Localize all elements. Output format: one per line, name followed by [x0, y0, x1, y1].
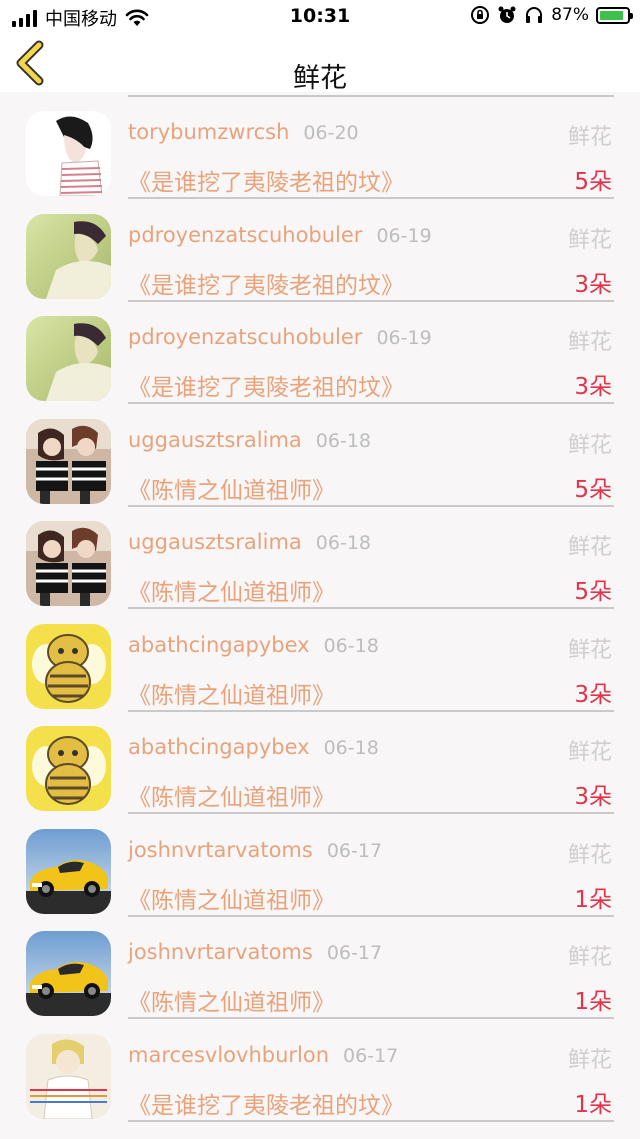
flower-count: 5朵	[574, 476, 612, 503]
user-name[interactable]: pdroyenzatscuhobuler 06-19	[128, 325, 432, 349]
row-divider	[128, 1017, 614, 1019]
gift-type-label: 鲜花	[567, 432, 612, 458]
gift-type-label: 鲜花	[567, 535, 612, 560]
gift-date: 06-18	[315, 532, 372, 554]
gift-type-label: 鲜花	[567, 740, 612, 765]
book-title[interactable]: 《陈情之仙道祖师》	[128, 983, 335, 1017]
list-item[interactable]: pdroyenzatscuhobuler 06-19 鲜花 《是谁挖了夷陵老祖的坟…	[0, 305, 640, 407]
book-title[interactable]: 《是谁挖了夷陵老祖的坟》	[128, 1086, 404, 1120]
avatar[interactable]	[26, 1033, 111, 1119]
book-title[interactable]: 《陈情之仙道祖师》	[128, 676, 335, 710]
row-divider	[128, 914, 614, 917]
flower-count: 1朵	[574, 1091, 612, 1118]
row-divider	[128, 812, 614, 814]
user-name[interactable]: torybumzwrcsh 06-20	[128, 120, 359, 144]
gift-date: 06-20	[303, 122, 359, 144]
row-divider	[128, 197, 614, 199]
avatar[interactable]	[26, 931, 111, 1016]
flower-count: 5朵	[574, 169, 612, 195]
gift-type-label: 鲜花	[567, 842, 612, 868]
flower-count: 1朵	[574, 886, 612, 913]
list-item[interactable]: abathcingapybex 06-18 鲜花 《陈情之仙道祖师》 3朵	[0, 715, 640, 817]
flower-count: 3朵	[574, 784, 612, 810]
book-title[interactable]: 《是谁挖了夷陵老祖的坟》	[128, 266, 404, 300]
avatar[interactable]	[26, 316, 111, 401]
flower-count: 5朵	[574, 579, 612, 605]
book-title[interactable]: 《是谁挖了夷陵老祖的坟》	[128, 163, 404, 197]
row-divider	[128, 402, 614, 404]
gift-date: 06-19	[376, 224, 432, 247]
gift-date: 06-19	[376, 327, 432, 349]
gift-type-label: 鲜花	[567, 637, 612, 663]
battery-percent: 87%	[551, 5, 589, 25]
user-name[interactable]: uggausztsralima 06-18	[128, 428, 371, 452]
user-name[interactable]: pdroyenzatscuhobuler 06-19	[128, 223, 432, 247]
list-item[interactable]: torybumzwrcsh 06-20 鲜花 《是谁挖了夷陵老祖的坟》 5朵	[0, 100, 640, 202]
gift-date: 06-18	[323, 634, 379, 657]
gift-type-label: 鲜花	[567, 1047, 612, 1073]
user-name[interactable]: abathcingapybex 06-18	[128, 633, 379, 657]
gift-date: 06-17	[326, 942, 383, 964]
gift-type-label: 鲜花	[567, 945, 612, 970]
page-title: 鲜花	[293, 63, 347, 94]
book-title[interactable]: 《陈情之仙道祖师》	[128, 471, 335, 505]
flower-count: 3朵	[574, 271, 612, 298]
alarm-icon	[498, 6, 516, 23]
list-item[interactable]: uggausztsralima 06-18 鲜花 《陈情之仙道祖师》 5朵	[0, 408, 640, 510]
gift-type-label: 鲜花	[567, 330, 612, 355]
avatar[interactable]	[26, 623, 111, 709]
list-item[interactable]: uggausztsralima 06-18 鲜花 《陈情之仙道祖师》 5朵	[0, 510, 640, 612]
flower-record-list[interactable]: torybumzwrcsh 06-20 鲜花 《是谁挖了夷陵老祖的坟》 5朵 pd…	[0, 92, 640, 1139]
status-right: 87%	[470, 5, 633, 25]
nav-bar: 鲜花	[0, 34, 640, 94]
row-divider	[128, 709, 614, 712]
book-title[interactable]: 《陈情之仙道祖师》	[128, 573, 335, 607]
user-name[interactable]: joshnvrtarvatoms 06-17	[128, 940, 382, 964]
flower-count: 3朵	[574, 681, 612, 708]
flower-count: 1朵	[574, 989, 612, 1015]
avatar[interactable]	[26, 418, 111, 504]
row-divider	[128, 1119, 614, 1122]
avatar[interactable]	[26, 111, 111, 196]
avatar[interactable]	[26, 828, 111, 914]
book-title[interactable]: 《陈情之仙道祖师》	[128, 881, 335, 915]
list-item[interactable]: joshnvrtarvatoms 06-17 鲜花 《陈情之仙道祖师》 1朵	[0, 818, 640, 920]
user-name[interactable]: marcesvlovhburlon 06-17	[128, 1043, 398, 1067]
row-divider	[128, 299, 614, 302]
gift-date: 06-17	[343, 1044, 399, 1067]
avatar[interactable]	[26, 726, 111, 811]
list-item[interactable]: marcesvlovhburlon 06-17 鲜花 《是谁挖了夷陵老祖的坟》 1…	[0, 1023, 640, 1125]
gift-type-label: 鲜花	[567, 125, 612, 150]
gift-date: 06-18	[315, 429, 372, 452]
row-divider	[128, 607, 614, 609]
avatar[interactable]	[26, 213, 111, 299]
partial-row-divider	[128, 92, 614, 97]
battery-charging-icon	[596, 6, 633, 24]
gift-date: 06-17	[326, 839, 383, 862]
flower-count: 3朵	[574, 374, 612, 400]
list-item[interactable]: joshnvrtarvatoms 06-17 鲜花 《陈情之仙道祖师》 1朵	[0, 920, 640, 1022]
status-bar: 中国移动 10:31 87%	[0, 0, 640, 34]
gift-date: 06-18	[323, 737, 379, 759]
book-title[interactable]: 《陈情之仙道祖师》	[128, 778, 335, 812]
list-item[interactable]: pdroyenzatscuhobuler 06-19 鲜花 《是谁挖了夷陵老祖的坟…	[0, 203, 640, 305]
headphones-icon	[526, 7, 543, 23]
list-item[interactable]: abathcingapybex 06-18 鲜花 《陈情之仙道祖师》 3朵	[0, 613, 640, 715]
row-divider	[128, 504, 614, 507]
user-name[interactable]: uggausztsralima 06-18	[128, 530, 371, 554]
gift-type-label: 鲜花	[567, 227, 612, 253]
avatar[interactable]	[26, 521, 111, 606]
orientation-lock-icon	[471, 6, 490, 24]
user-name[interactable]: abathcingapybex 06-18	[128, 735, 379, 759]
book-title[interactable]: 《是谁挖了夷陵老祖的坟》	[128, 368, 404, 402]
user-name[interactable]: joshnvrtarvatoms 06-17	[128, 838, 382, 862]
